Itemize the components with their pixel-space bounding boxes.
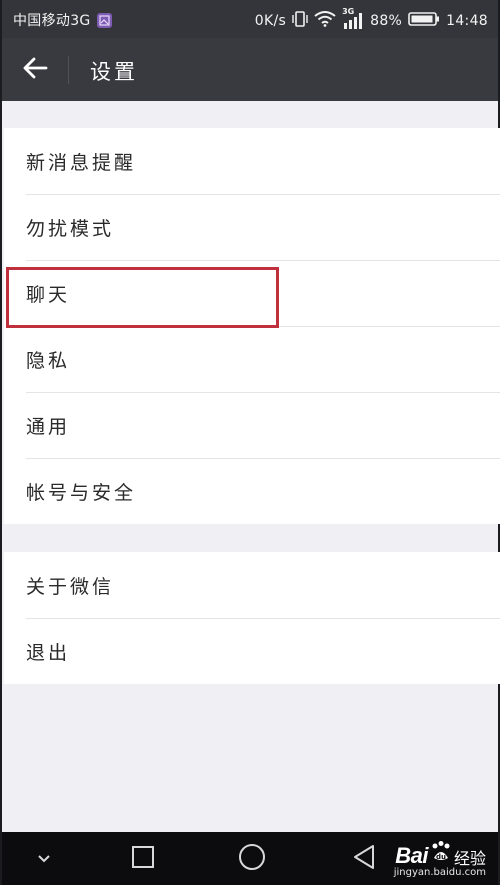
- clock: 14:48: [446, 13, 488, 29]
- settings-item-logout[interactable]: 退出: [4, 618, 500, 684]
- wifi-icon: [314, 11, 336, 31]
- settings-item-label: 帐号与安全: [26, 481, 137, 504]
- paw-icon: du: [430, 840, 452, 869]
- baidu-watermark: Bai du 经验: [395, 840, 486, 869]
- nav-home-button[interactable]: [232, 832, 272, 885]
- settings-item-new-message-alerts[interactable]: 新消息提醒: [4, 128, 500, 194]
- nav-recents-button[interactable]: [124, 832, 162, 885]
- watermark-brand-suffix: 经验: [453, 851, 486, 868]
- network-type: 3G: [342, 7, 355, 16]
- settings-item-label: 聊天: [26, 283, 71, 306]
- phone-screen: 中国移动3G 0K/s 3G 88% 14:48 设置 新消息提醒 勿扰模式 聊…: [0, 0, 500, 885]
- battery-percent: 88%: [370, 13, 403, 29]
- arrow-left-icon: [22, 57, 48, 83]
- settings-item-privacy[interactable]: 隐私: [4, 326, 500, 392]
- vibrate-icon: [292, 10, 308, 32]
- cellular-signal-icon: 3G: [342, 7, 364, 29]
- settings-item-label: 通用: [26, 415, 71, 438]
- svg-text:du: du: [436, 853, 446, 861]
- nav-hide-button[interactable]: [24, 832, 64, 885]
- home-circle-icon: [238, 843, 266, 875]
- settings-item-label: 隐私: [26, 349, 71, 372]
- settings-item-account-security[interactable]: 帐号与安全: [4, 458, 500, 524]
- settings-group-about: 关于微信 退出: [4, 552, 500, 684]
- back-button[interactable]: [14, 52, 56, 88]
- watermark-url: jingyan.baidu.com: [393, 867, 486, 878]
- notification-icon: [96, 12, 112, 28]
- chevron-down-icon: [37, 849, 51, 868]
- settings-group-main: 新消息提醒 勿扰模式 聊天 隐私 通用 帐号与安全: [4, 128, 500, 524]
- settings-item-label: 勿扰模式: [26, 217, 115, 240]
- recents-square-icon: [131, 845, 155, 873]
- nav-back-button[interactable]: [346, 832, 382, 885]
- page-title: 设置: [90, 60, 138, 84]
- settings-item-label: 新消息提醒: [26, 151, 137, 174]
- carrier-name: 中国移动3G: [13, 13, 91, 29]
- settings-item-chat[interactable]: 聊天: [4, 260, 500, 326]
- settings-item-label: 关于微信: [26, 575, 115, 598]
- title-bar: 设置: [2, 38, 498, 101]
- settings-item-about-wechat[interactable]: 关于微信: [4, 552, 500, 618]
- status-bar: 中国移动3G 0K/s 3G 88% 14:48: [2, 0, 498, 38]
- title-divider: [68, 56, 69, 84]
- watermark-brand: Bai: [395, 843, 428, 868]
- system-nav-bar: Bai du 经验 jingyan.baidu.com: [2, 832, 498, 885]
- settings-item-do-not-disturb[interactable]: 勿扰模式: [4, 194, 500, 260]
- battery-icon: [408, 11, 440, 31]
- network-speed: 0K/s: [254, 13, 287, 29]
- settings-item-general[interactable]: 通用: [4, 392, 500, 458]
- settings-item-label: 退出: [26, 641, 71, 664]
- back-triangle-icon: [352, 844, 376, 874]
